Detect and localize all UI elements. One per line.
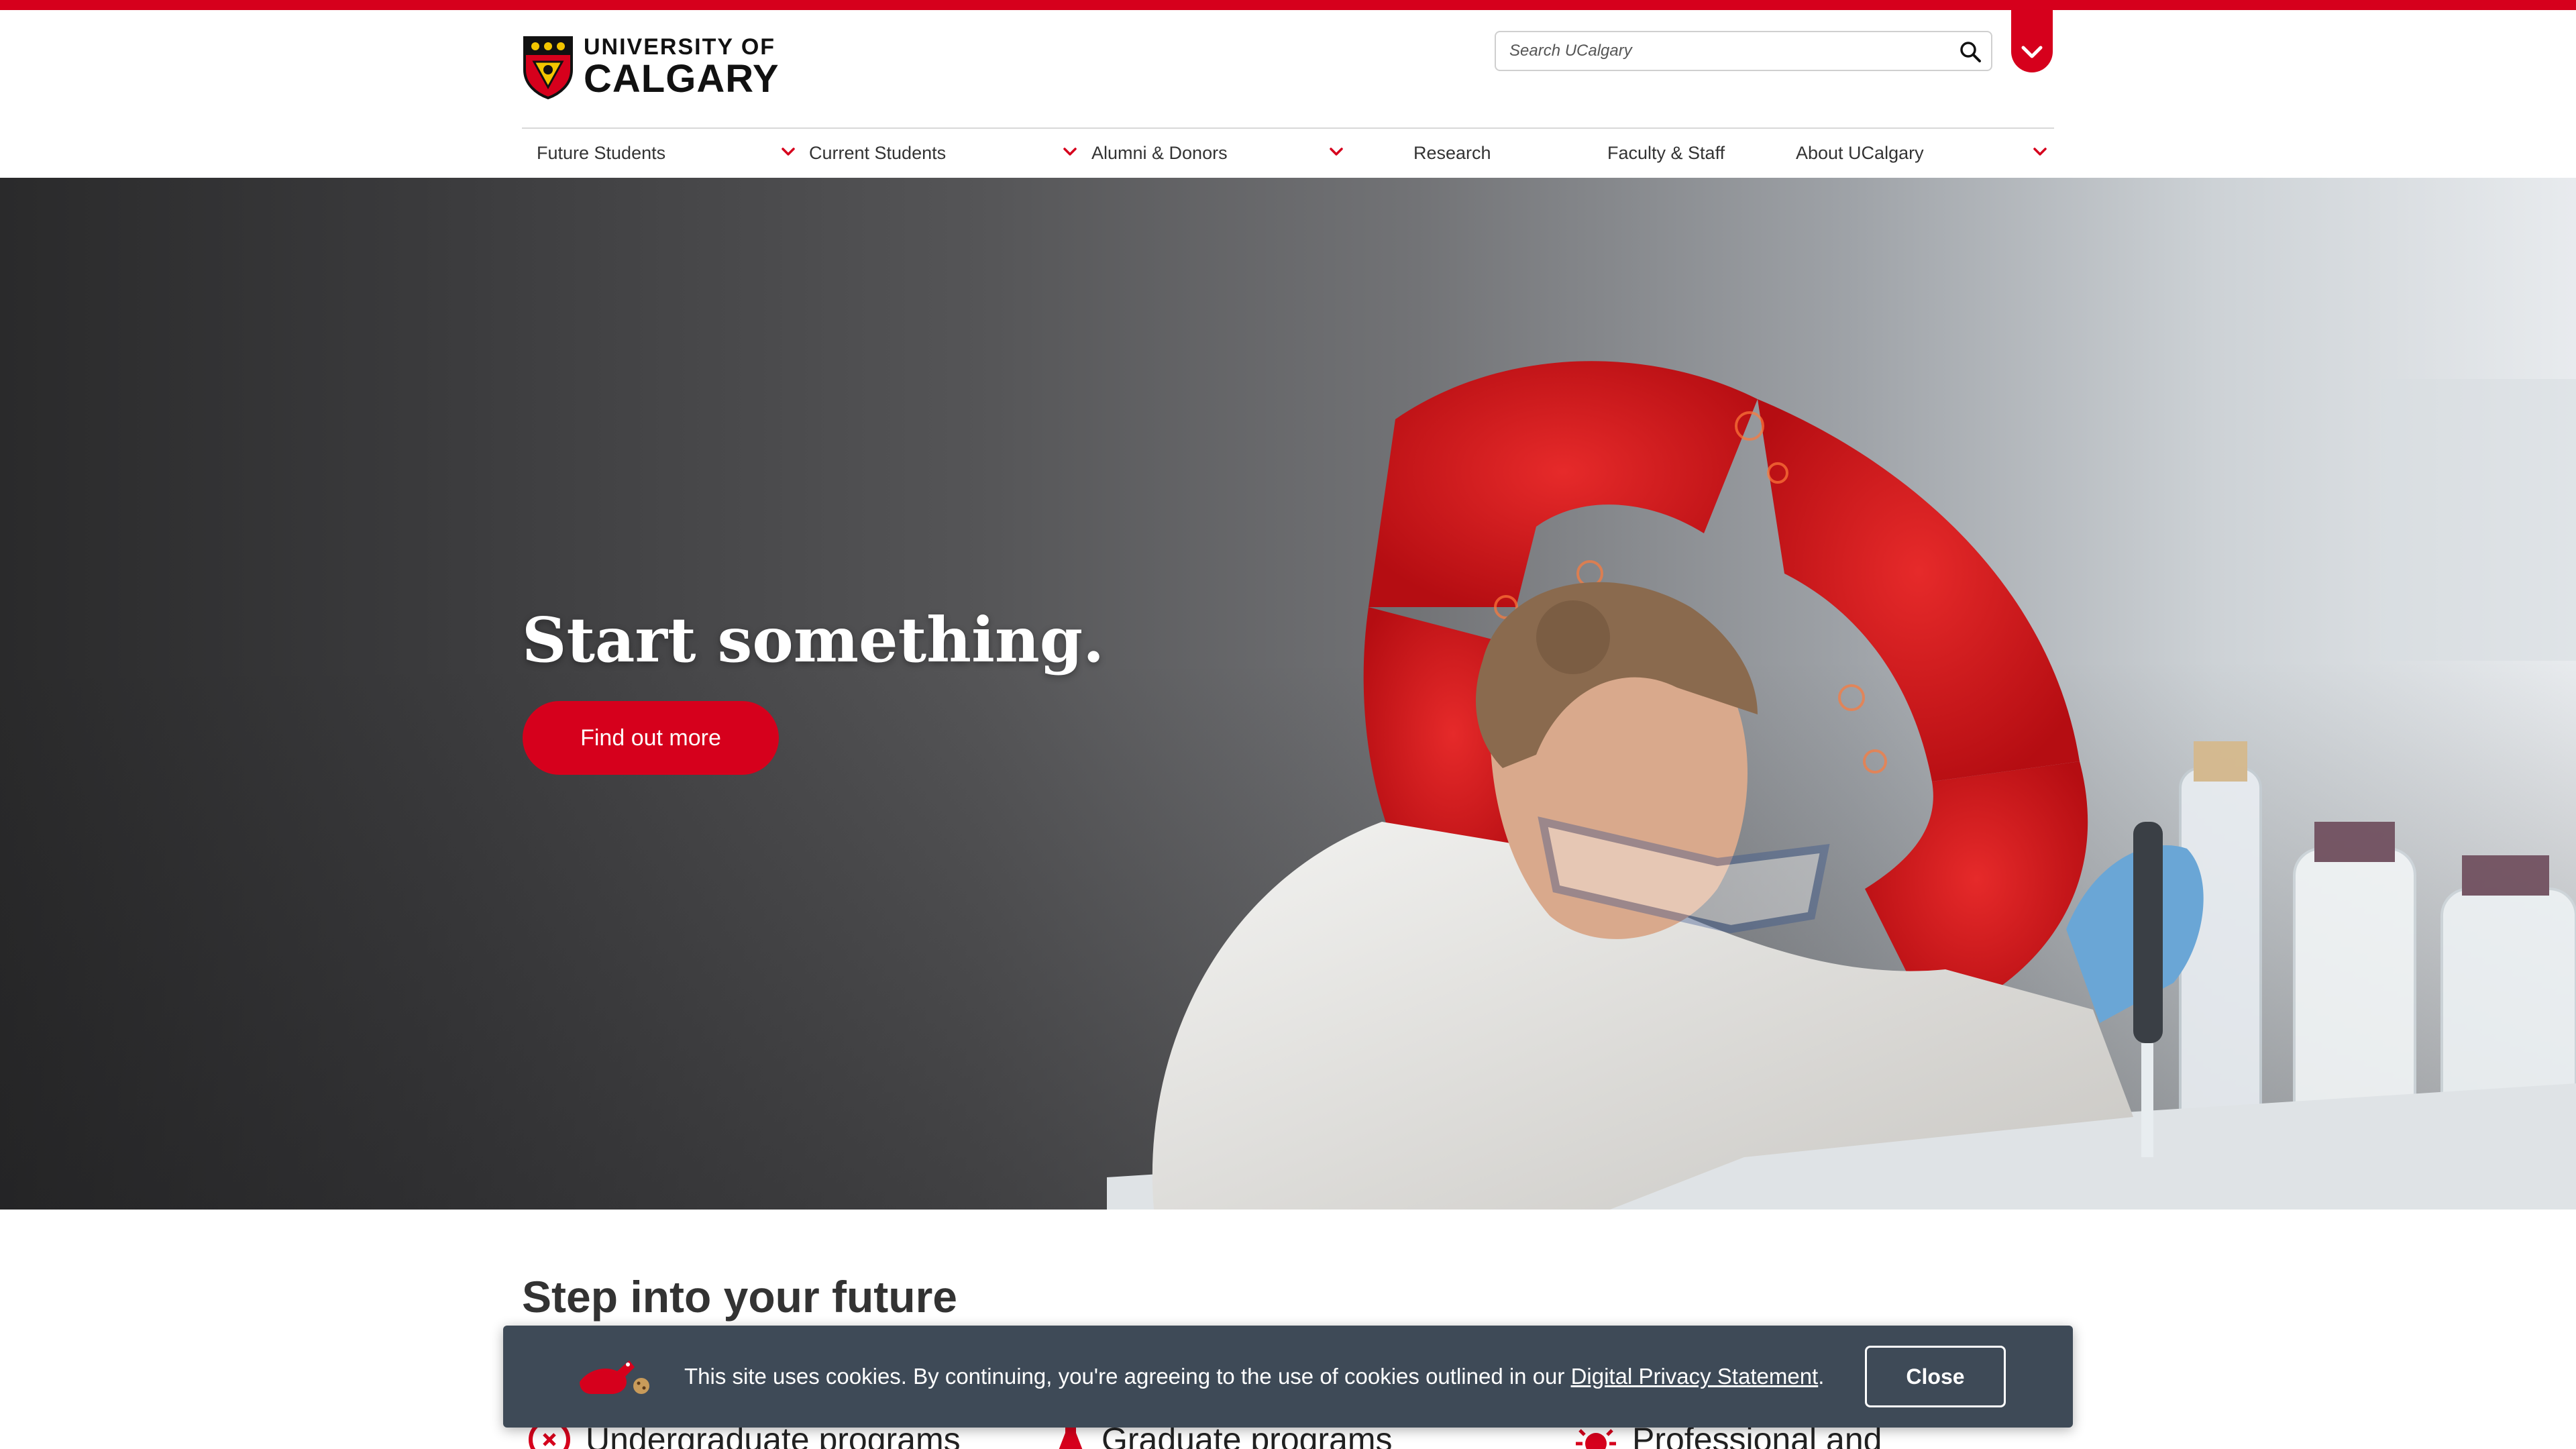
find-out-more-button[interactable]: Find out more bbox=[523, 701, 779, 775]
hero-title: Start something. bbox=[522, 604, 1105, 676]
university-crest-icon bbox=[523, 36, 573, 99]
hero-image-scientist-lab bbox=[1107, 361, 2576, 1210]
nav-item-label: About UCalgary bbox=[1796, 143, 1924, 163]
search-input[interactable] bbox=[1496, 32, 1952, 70]
privacy-statement-link[interactable]: Digital Privacy Statement bbox=[1571, 1364, 1819, 1389]
nav-item-future-students[interactable]: Future Students bbox=[537, 129, 795, 178]
nav-item-alumni-donors[interactable]: Alumni & Donors bbox=[1091, 129, 1360, 178]
lab-bottles bbox=[2179, 379, 2576, 1210]
nav-item-current-students[interactable]: Current Students bbox=[809, 129, 1077, 178]
dino-cookie-mascot-icon bbox=[580, 1360, 649, 1394]
chevron-down-icon[interactable] bbox=[781, 146, 796, 157]
nav-item-label: Current Students bbox=[809, 143, 947, 163]
top-accent-bar bbox=[0, 0, 2576, 10]
university-logo-link[interactable]: UNIVERSITY OF CALGARY bbox=[522, 35, 780, 99]
hero-banner: Start something. Find out more bbox=[0, 178, 2576, 1210]
page: UNIVERSITY OF CALGARY Future Students Cu… bbox=[0, 0, 2576, 1449]
cookie-message: This site uses cookies. By continuing, y… bbox=[684, 1326, 1824, 1428]
search-icon[interactable] bbox=[1959, 40, 1982, 63]
nav-item-research[interactable]: Research bbox=[1413, 129, 1588, 178]
chevron-down-icon[interactable] bbox=[1063, 146, 1077, 157]
cookie-message-end: . bbox=[1818, 1364, 1825, 1389]
cookie-close-button[interactable]: Close bbox=[1865, 1346, 2006, 1407]
chevron-down-icon bbox=[2021, 46, 2043, 58]
logo-line-2: CALGARY bbox=[584, 57, 780, 101]
logo-line-1: UNIVERSITY OF bbox=[584, 34, 776, 60]
nav-item-label: Future Students bbox=[537, 143, 666, 163]
main-navigation: Future Students Current Students Alumni … bbox=[522, 127, 2054, 178]
nav-item-faculty-staff[interactable]: Faculty & Staff bbox=[1607, 129, 1782, 178]
chevron-down-icon[interactable] bbox=[2033, 146, 2047, 157]
search-box bbox=[1495, 31, 1992, 71]
nav-item-about-ucalgary[interactable]: About UCalgary bbox=[1796, 129, 2054, 178]
chevron-down-icon[interactable] bbox=[1329, 146, 1344, 157]
utility-menu-toggle[interactable] bbox=[2011, 8, 2053, 72]
logo-wordmark: UNIVERSITY OF CALGARY bbox=[584, 36, 780, 99]
section-title: Step into your future bbox=[522, 1272, 957, 1322]
cookie-message-text: This site uses cookies. By continuing, y… bbox=[684, 1364, 1571, 1389]
nav-item-label: Alumni & Donors bbox=[1091, 143, 1228, 163]
nav-item-label: Faculty & Staff bbox=[1607, 143, 1725, 163]
cookie-banner: This site uses cookies. By continuing, y… bbox=[503, 1326, 2073, 1428]
nav-item-label: Research bbox=[1413, 143, 1491, 163]
